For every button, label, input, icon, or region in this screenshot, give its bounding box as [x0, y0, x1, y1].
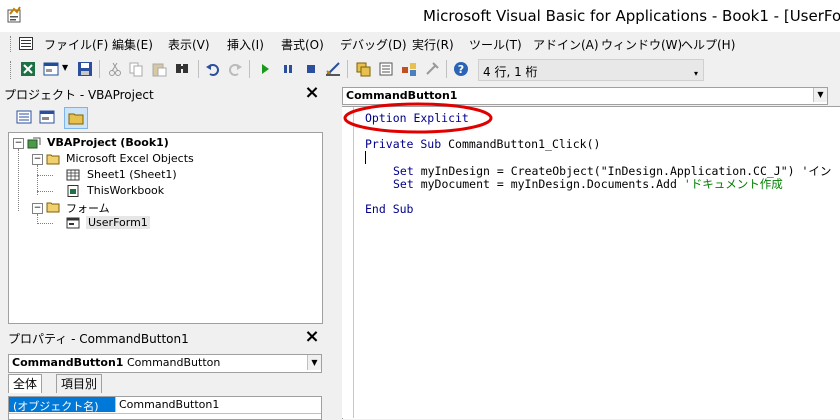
- tree-item-thisworkbook[interactable]: ThisWorkbook: [87, 184, 164, 197]
- userform-icon: [66, 217, 80, 229]
- window-title: Microsoft Visual Basic for Applications …: [423, 7, 840, 25]
- run-icon[interactable]: [257, 61, 273, 77]
- folder-open-icon: [46, 154, 60, 165]
- toolbar-separator: [249, 60, 250, 78]
- close-icon[interactable]: ×: [303, 84, 321, 103]
- properties-tabs: 全体 項目別: [8, 374, 320, 394]
- toolbar-separator: [198, 60, 199, 78]
- text-cursor: [365, 151, 366, 164]
- property-value-cell[interactable]: CommandButton1: [115, 397, 322, 412]
- menu-view[interactable]: 表示(V): [168, 36, 210, 53]
- project-explorer-icon[interactable]: [355, 61, 371, 77]
- highlight-ellipse: [343, 102, 493, 134]
- menu-run[interactable]: 実行(R): [412, 36, 454, 53]
- paste-icon[interactable]: [151, 61, 167, 77]
- tree-item-forms[interactable]: フォーム: [66, 200, 110, 216]
- code-editor[interactable]: [342, 106, 840, 419]
- toolbar-separator: [99, 60, 100, 78]
- properties-panel-header: プロパティ - CommandButton1 ×: [0, 326, 330, 348]
- tab-alphabetic[interactable]: 全体: [8, 374, 43, 393]
- find-icon[interactable]: [174, 61, 190, 77]
- object-browser-icon[interactable]: [401, 61, 417, 77]
- tree-item-vbaproject[interactable]: VBAProject (Book1): [47, 136, 169, 149]
- code-line-sub-declaration[interactable]: Private Sub CommandButton1_Click(): [365, 137, 600, 151]
- workbook-icon: [67, 185, 79, 197]
- folder-icon: [68, 113, 84, 125]
- folder-open-icon: [46, 202, 60, 213]
- tree-line: [37, 223, 53, 224]
- toolbar-grip[interactable]: [10, 61, 14, 79]
- copy-icon[interactable]: [128, 61, 144, 77]
- save-icon[interactable]: [77, 61, 93, 77]
- tree-item-userform1[interactable]: UserForm1: [86, 216, 150, 229]
- properties-panel-title: プロパティ - CommandButton1: [8, 332, 189, 346]
- view-object-icon[interactable]: [39, 110, 55, 124]
- worksheet-icon: [66, 169, 80, 181]
- redo-icon[interactable]: [227, 61, 243, 77]
- vba-project-icon: [27, 137, 41, 149]
- menu-window[interactable]: ウィンドウ(W): [601, 36, 682, 53]
- project-panel-title: プロジェクト - VBAProject: [4, 88, 154, 102]
- tree-line: [18, 149, 19, 211]
- dropdown-arrow-icon[interactable]: ▼: [62, 63, 68, 72]
- help-icon[interactable]: ?: [453, 61, 469, 77]
- insert-userform-icon[interactable]: [43, 61, 59, 77]
- menu-edit[interactable]: 編集(E): [112, 36, 153, 53]
- design-mode-icon[interactable]: [325, 61, 341, 77]
- tree-line: [37, 191, 53, 192]
- menu-tools[interactable]: ツール(T): [469, 36, 522, 53]
- chevron-down-icon[interactable]: ▼: [307, 355, 321, 370]
- menu-format[interactable]: 書式(O): [281, 36, 324, 53]
- chevron-down-icon[interactable]: ▼: [813, 88, 827, 102]
- menu-debug[interactable]: デバッグ(D): [340, 36, 407, 53]
- property-value: CommandButton1: [119, 398, 220, 411]
- cut-icon[interactable]: [107, 61, 123, 77]
- menu-addins[interactable]: アドイン(A): [533, 36, 599, 53]
- tree-line: [37, 175, 53, 176]
- vba-app-icon[interactable]: [6, 6, 24, 24]
- project-panel-header: プロジェクト - VBAProject ×: [0, 84, 330, 104]
- collapse-toggle[interactable]: −: [13, 138, 24, 149]
- menu-bar: ファイル(F) 編集(E) 表示(V) 挿入(I) 書式(O) デバッグ(D) …: [0, 32, 840, 56]
- menu-file[interactable]: ファイル(F): [44, 36, 108, 53]
- excel-icon[interactable]: [20, 61, 36, 77]
- toggle-folders-button[interactable]: [64, 107, 88, 129]
- properties-grid: (オブジェクト名) CommandButton1: [8, 396, 322, 420]
- toolbar-separator: [347, 60, 348, 78]
- code-line-end-sub[interactable]: End Sub: [365, 202, 413, 216]
- toolbar-options-icon[interactable]: ▾: [694, 69, 698, 78]
- cursor-position-box: 4 行, 1 桁: [478, 59, 704, 81]
- toolbar-separator: [446, 60, 447, 78]
- properties-object-select[interactable]: CommandButton1 CommandButton ▼: [8, 354, 322, 373]
- close-icon[interactable]: ×: [303, 328, 321, 347]
- project-tree: − VBAProject (Book1) − Microsoft Excel O…: [8, 132, 323, 324]
- code-line-set-document[interactable]: Set myDocument = myInDesign.Documents.Ad…: [393, 176, 783, 192]
- break-icon[interactable]: [280, 61, 296, 77]
- menu-insert[interactable]: 挿入(I): [227, 36, 264, 53]
- property-name: (オブジェクト名): [13, 400, 99, 413]
- cursor-position: 4 行, 1 桁: [483, 65, 538, 79]
- standard-toolbar: ▼ ? 4 行, 1 桁 ▾: [0, 56, 840, 84]
- properties-object-select-value: CommandButton1 CommandButton: [12, 356, 221, 369]
- tab-categorized[interactable]: 項目別: [56, 374, 103, 393]
- collapse-toggle[interactable]: −: [32, 203, 43, 214]
- toolbox-icon[interactable]: [424, 61, 440, 77]
- property-name-cell[interactable]: (オブジェクト名): [9, 397, 115, 413]
- menu-help[interactable]: ヘルプ(H): [681, 36, 735, 53]
- title-bar: Microsoft Visual Basic for Applications …: [0, 0, 840, 32]
- reset-icon[interactable]: [303, 61, 319, 77]
- undo-icon[interactable]: [205, 61, 221, 77]
- svg-text:?: ?: [458, 63, 464, 76]
- tree-item-excel-objects[interactable]: Microsoft Excel Objects: [66, 152, 194, 165]
- project-panel-toolbar: [0, 104, 330, 132]
- grid-divider: [9, 413, 321, 414]
- menubar-grip[interactable]: [10, 36, 14, 52]
- collapse-toggle[interactable]: −: [32, 154, 43, 165]
- module-icon[interactable]: [19, 37, 33, 50]
- properties-icon[interactable]: [378, 61, 394, 77]
- tree-item-sheet1[interactable]: Sheet1 (Sheet1): [87, 168, 177, 181]
- view-code-icon[interactable]: [16, 110, 32, 124]
- code-margin[interactable]: [342, 107, 354, 418]
